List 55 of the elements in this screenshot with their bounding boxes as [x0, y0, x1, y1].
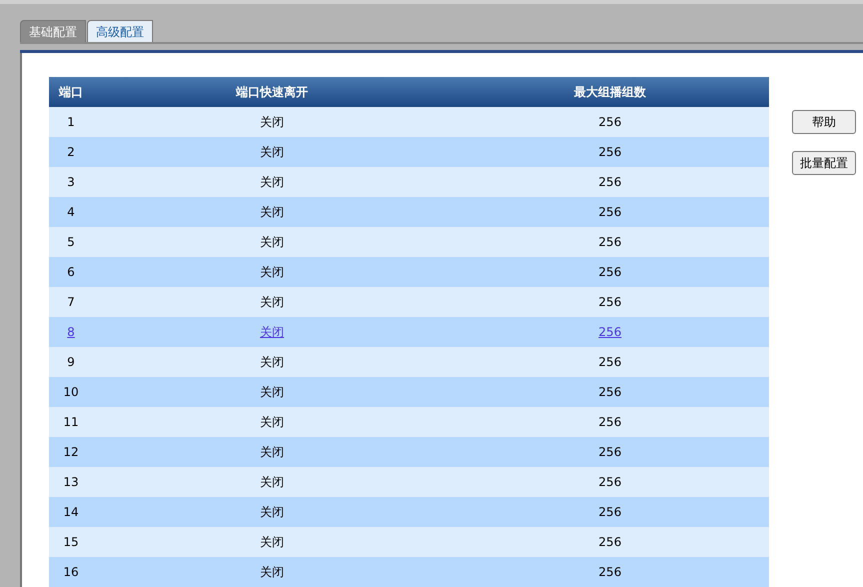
table-cell: 关闭	[93, 107, 451, 137]
table-cell: 11	[49, 407, 93, 437]
table-cell: 关闭	[93, 167, 451, 197]
table-cell: 关闭	[93, 257, 451, 287]
table-cell: 2	[49, 137, 93, 167]
table-cell: 4	[49, 197, 93, 227]
table-cell: 3	[49, 167, 93, 197]
table-cell: 256	[451, 527, 769, 557]
table-cell: 256	[451, 107, 769, 137]
table-cell: 关闭	[93, 287, 451, 317]
table-cell: 16	[49, 557, 93, 587]
table-cell: 256	[451, 437, 769, 467]
table-cell: 5	[49, 227, 93, 257]
table-cell: 256	[451, 557, 769, 587]
table-cell: 关闭	[93, 497, 451, 527]
column-header: 端口	[49, 77, 93, 107]
table-cell: 6	[49, 257, 93, 287]
table-cell: 10	[49, 377, 93, 407]
table-cell: 256	[451, 167, 769, 197]
table-cell: 关闭	[93, 377, 451, 407]
table-cell: 256	[451, 287, 769, 317]
table-cell: 1	[49, 107, 93, 137]
tab[interactable]: 基础配置	[20, 20, 86, 42]
table-cell: 13	[49, 467, 93, 497]
table-cell: 14	[49, 497, 93, 527]
table-cell: 256	[451, 227, 769, 257]
button[interactable]: 帮助	[792, 110, 856, 134]
table-link[interactable]: 8	[67, 325, 75, 339]
table-cell: 关闭	[93, 227, 451, 257]
table-cell: 关闭	[93, 467, 451, 497]
table-cell: 关闭	[93, 407, 451, 437]
column-header: 最大组播组数	[451, 77, 769, 107]
table-cell: 关闭	[93, 527, 451, 557]
table-cell: 256	[451, 347, 769, 377]
table-cell: 256	[451, 497, 769, 527]
table-cell: 关闭	[93, 197, 451, 227]
button[interactable]: 批量配置	[792, 151, 856, 175]
table-cell: 256	[451, 407, 769, 437]
table-cell: 关闭	[93, 347, 451, 377]
table-cell: 256	[451, 377, 769, 407]
table-cell: 256	[451, 197, 769, 227]
table-cell: 关闭	[93, 437, 451, 467]
table-cell: 7	[49, 287, 93, 317]
table-cell: 15	[49, 527, 93, 557]
table-cell: 256	[451, 137, 769, 167]
table-cell: 9	[49, 347, 93, 377]
table-link[interactable]: 关闭	[260, 325, 284, 339]
table-cell: 256	[451, 467, 769, 497]
table-cell: 关闭	[93, 137, 451, 167]
table-cell: 关闭	[93, 557, 451, 587]
column-header: 端口快速离开	[93, 77, 451, 107]
table-link[interactable]: 256	[598, 325, 622, 339]
table-cell: 12	[49, 437, 93, 467]
tab[interactable]: 高级配置	[87, 20, 153, 42]
table-cell: 256	[451, 257, 769, 287]
